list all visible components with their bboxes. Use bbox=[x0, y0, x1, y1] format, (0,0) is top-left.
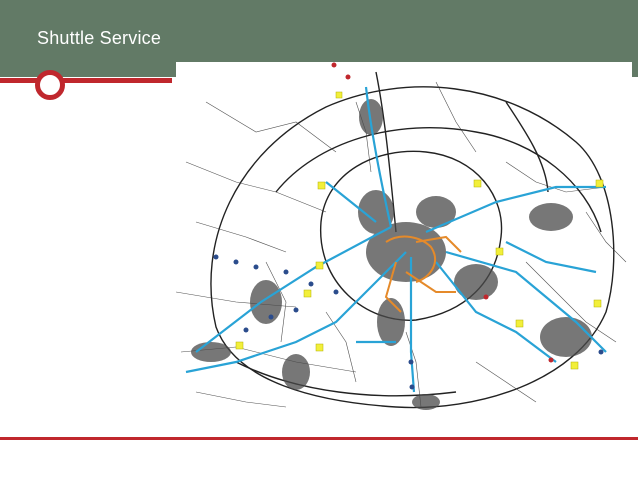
accent-bar bbox=[0, 78, 172, 83]
shuttle-route-map bbox=[176, 62, 632, 420]
bottom-rule bbox=[0, 437, 638, 440]
accent-ring-icon bbox=[35, 70, 65, 100]
map-svg bbox=[176, 62, 632, 420]
slide-title: Shuttle Service bbox=[37, 28, 162, 48]
